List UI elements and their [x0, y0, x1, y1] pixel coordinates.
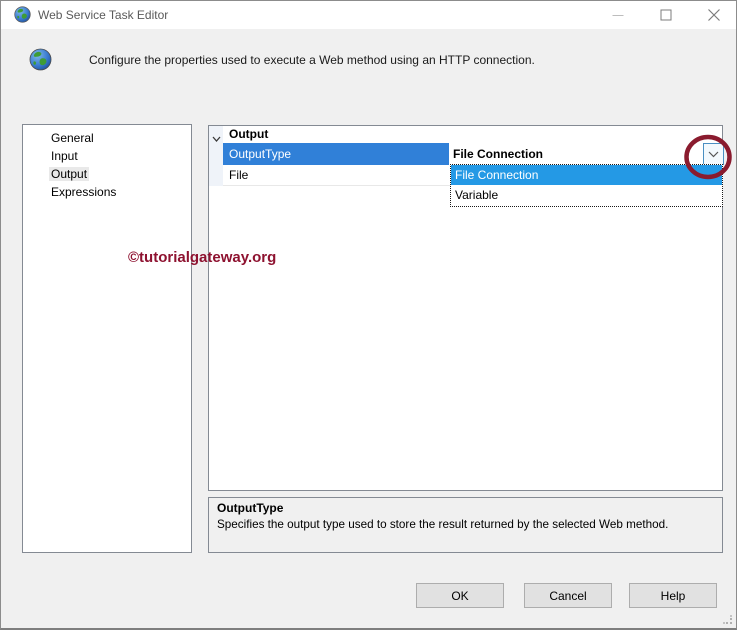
sidebar-item-input[interactable]: Input: [23, 147, 191, 165]
globe-icon: [14, 6, 31, 23]
page-list: General Input Output Expressions: [22, 124, 192, 553]
chevron-down-icon[interactable]: [212, 130, 221, 148]
property-name[interactable]: File: [223, 165, 449, 185]
sidebar-item-expressions[interactable]: Expressions: [23, 183, 191, 201]
sidebar-item-label: General: [51, 131, 94, 145]
help-button[interactable]: Help: [629, 583, 717, 608]
help-property-name: OutputType: [217, 501, 284, 515]
sidebar-item-label: Output: [49, 167, 90, 181]
titlebar: Web Service Task Editor: [1, 1, 736, 29]
ok-button[interactable]: OK: [416, 583, 504, 608]
sidebar-item-label: Expressions: [51, 185, 117, 199]
chevron-down-icon: [708, 151, 719, 157]
window-title: Web Service Task Editor: [38, 8, 169, 22]
group-label: Output: [229, 127, 269, 141]
property-row-outputtype[interactable]: OutputType File Connection: [223, 143, 724, 165]
help-property-description: Specifies the output type used to store …: [217, 518, 669, 531]
dropdown-list: File Connection Variable: [450, 164, 723, 207]
dialog-description: Configure the properties used to execute…: [89, 53, 535, 67]
close-button[interactable]: [697, 1, 731, 29]
sidebar-item-general[interactable]: General: [23, 129, 191, 147]
property-name[interactable]: OutputType: [223, 143, 449, 165]
cancel-button[interactable]: Cancel: [524, 583, 612, 608]
maximize-button[interactable]: [649, 1, 683, 29]
sidebar-item-label: Input: [51, 149, 78, 163]
property-value[interactable]: File Connection: [449, 143, 722, 165]
property-help-panel: OutputType Specifies the output type use…: [208, 497, 723, 553]
minimize-button[interactable]: [601, 1, 635, 29]
resize-grip-icon[interactable]: [723, 615, 733, 625]
dropdown-button[interactable]: [703, 143, 724, 165]
watermark: ©tutorialgateway.org: [128, 249, 277, 266]
dropdown-option-variable[interactable]: Variable: [451, 185, 722, 205]
web-service-task-editor-dialog: Web Service Task Editor Configure the pr…: [0, 0, 737, 630]
sidebar-item-output[interactable]: Output: [23, 165, 191, 183]
globe-icon: [29, 48, 52, 71]
property-group-output[interactable]: Output: [209, 126, 722, 143]
dropdown-option-file-connection[interactable]: File Connection: [451, 165, 722, 185]
